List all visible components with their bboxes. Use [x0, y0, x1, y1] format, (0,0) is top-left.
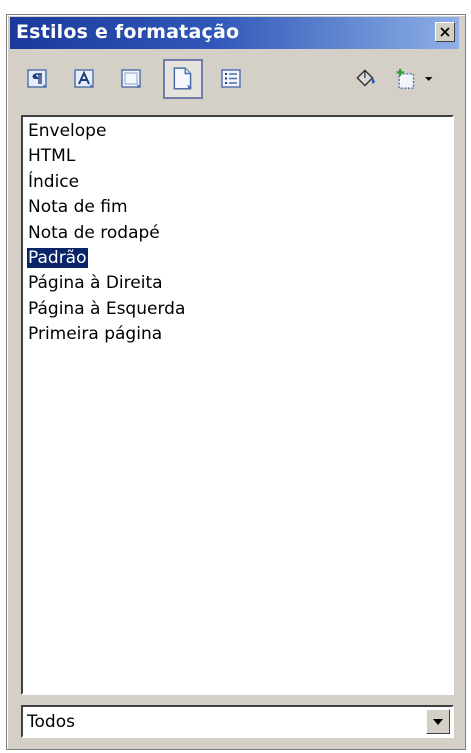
close-button[interactable]: [435, 22, 455, 42]
style-filter-value: Todos: [27, 712, 75, 732]
dropdown-arrow-button[interactable]: [426, 709, 450, 734]
character-styles-icon: [74, 69, 94, 88]
title-bar[interactable]: Estilos e formatação: [10, 17, 459, 49]
styles-listbox[interactable]: Envelope HTML Índice Nota de fim Nota de…: [21, 115, 454, 695]
list-item[interactable]: Nota de fim: [27, 195, 186, 220]
list-item[interactable]: Índice: [27, 170, 186, 195]
list-item-selected[interactable]: Padrão: [26, 246, 186, 271]
styles-list: Envelope HTML Índice Nota de fim Nota de…: [26, 119, 186, 348]
close-icon: [440, 27, 450, 37]
list-item[interactable]: Página à Direita: [27, 271, 186, 296]
page-styles-button[interactable]: [163, 59, 203, 99]
frame-styles-icon: [121, 69, 141, 88]
list-styles-button[interactable]: [217, 63, 247, 95]
panel-title: Estilos e formatação: [16, 21, 240, 43]
list-item[interactable]: Primeira página: [27, 322, 186, 347]
fill-format-mode-button[interactable]: [351, 63, 381, 95]
new-style-icon: [396, 68, 415, 89]
list-item[interactable]: Página à Esquerda: [27, 297, 186, 322]
chevron-down-icon: [424, 77, 433, 81]
page-styles-icon: [173, 67, 192, 90]
toolbar: [7, 53, 463, 111]
styles-formatting-panel: Estilos e formatação Envelope HTML Índic…: [6, 14, 466, 750]
list-item[interactable]: HTML: [27, 144, 186, 169]
style-filter-dropdown[interactable]: Todos: [21, 705, 454, 738]
frame-styles-button[interactable]: [117, 63, 147, 95]
list-styles-icon: [221, 69, 241, 88]
paragraph-styles-button[interactable]: [23, 63, 53, 95]
paragraph-styles-icon: [27, 69, 47, 88]
character-styles-button[interactable]: [70, 63, 100, 95]
list-item[interactable]: Envelope: [27, 119, 186, 144]
list-item[interactable]: Nota de rodapé: [27, 221, 186, 246]
new-style-button[interactable]: [393, 63, 433, 95]
paint-bucket-icon: [356, 69, 375, 87]
chevron-down-icon: [433, 718, 443, 725]
